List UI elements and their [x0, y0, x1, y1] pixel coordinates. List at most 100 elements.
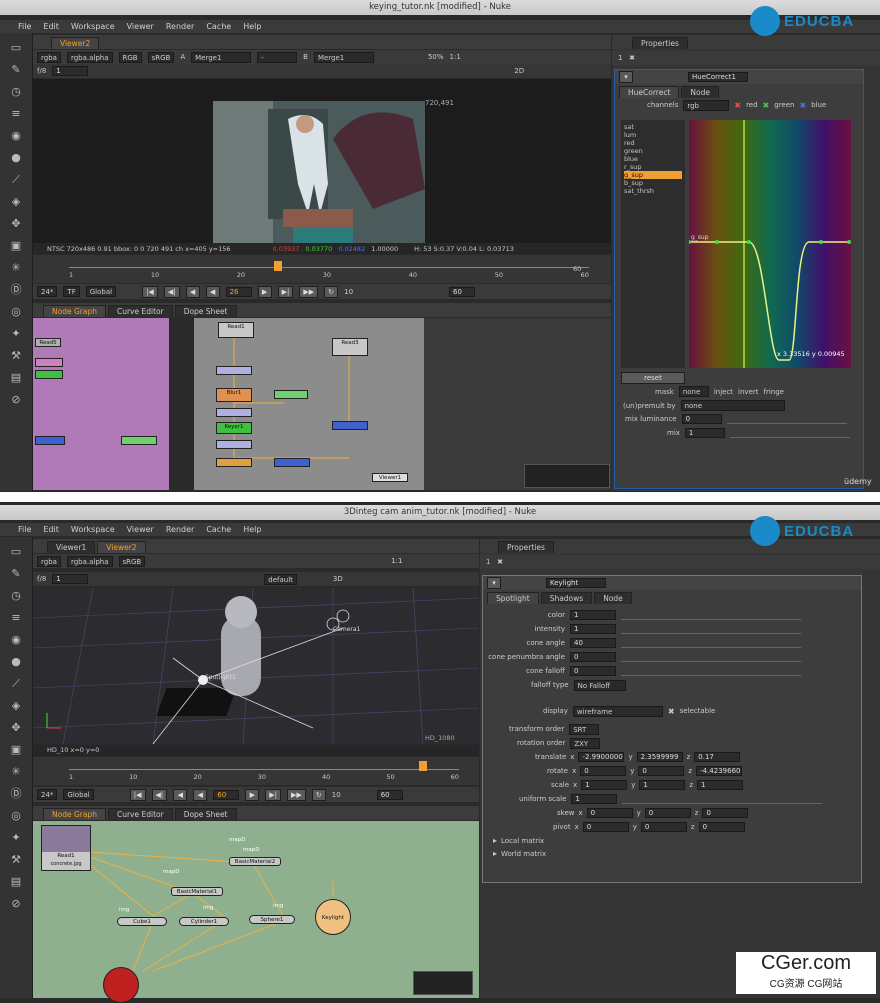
furnace-icon[interactable]: ⊘ [9, 897, 23, 911]
transform-icon[interactable]: ✥ [9, 217, 23, 231]
menu-help[interactable]: Help [237, 525, 267, 534]
channel-icon[interactable]: ≡ [9, 107, 23, 121]
tab-node-graph[interactable]: Node Graph [43, 808, 106, 820]
curve-item-sat-thrsh[interactable]: sat_thrsh [624, 187, 682, 195]
first-frame-button[interactable]: |◀ [142, 285, 158, 298]
viewer-3d-canvas[interactable]: Camera1 Spotlight1 HD_1080 [32, 587, 480, 745]
play-button[interactable]: ▶ [257, 285, 272, 298]
blue-check-icon[interactable]: ✖ [799, 101, 806, 110]
global-dropdown[interactable]: Global [63, 789, 94, 800]
step-forward-button[interactable]: ▶| [277, 285, 294, 298]
play-back-button[interactable]: ◀ [205, 285, 220, 298]
curve-list[interactable]: sat lum red green blue r_sup g_sup b_sup… [621, 120, 685, 368]
node-graph-canvas-2[interactable]: Read1 concrete.jpg BasicMaterial2 BasicM… [33, 821, 479, 1003]
step-field[interactable]: 10 [344, 288, 353, 296]
channels-dropdown[interactable]: rgba [37, 51, 61, 63]
graph-minimap[interactable] [413, 971, 473, 995]
invert-label[interactable]: invert [738, 388, 758, 396]
tab-dope-sheet[interactable]: Dope Sheet [174, 305, 237, 317]
tab-viewer2[interactable]: Viewer2 [51, 37, 100, 49]
expand-arrow-icon[interactable]: ▸ [493, 836, 497, 845]
param-slider[interactable] [621, 666, 801, 676]
step-back-button[interactable]: ◀ [173, 788, 188, 801]
input-b-dropdown[interactable]: Merge1 [313, 51, 374, 63]
step-forward-button[interactable]: ▶| [265, 788, 282, 801]
node-name-field[interactable]: HueCorrect1 [688, 72, 748, 82]
viewer-icon[interactable]: ▭ [9, 545, 23, 559]
views-icon[interactable]: ◎ [9, 305, 23, 319]
keyer-icon[interactable]: ⟋ [9, 677, 23, 691]
curve-item-g-sup[interactable]: g_sup [624, 171, 682, 179]
menu-cache[interactable]: Cache [200, 525, 237, 534]
fringe-label[interactable]: fringe [764, 388, 784, 396]
tab-curve-editor[interactable]: Curve Editor [107, 305, 173, 317]
particles-icon[interactable]: ✳ [9, 261, 23, 275]
node-cube1[interactable]: Cube1 [117, 917, 167, 926]
tf-dropdown[interactable]: TF [63, 286, 80, 297]
merge-icon[interactable]: ◈ [9, 699, 23, 713]
menu-cache[interactable]: Cache [200, 22, 237, 31]
views-icon[interactable]: ◎ [9, 809, 23, 823]
next-key-button[interactable]: ▶▶ [299, 285, 319, 298]
fps-dropdown[interactable]: 24* [37, 286, 58, 297]
play-button[interactable]: ▶ [245, 788, 260, 801]
playhead-marker[interactable] [419, 761, 427, 771]
expand-arrow-icon[interactable]: ▸ [493, 849, 497, 858]
param-slider[interactable] [621, 624, 801, 634]
translate-z[interactable]: 0.17 [694, 752, 741, 762]
mix-luminance-slider[interactable] [726, 414, 847, 424]
transform-icon[interactable]: ✥ [9, 721, 23, 735]
graph-empty-area[interactable] [424, 318, 611, 490]
rotate-z[interactable]: -4.4239660 [696, 766, 743, 776]
node-basic-material-2[interactable]: BasicMaterial2 [229, 857, 281, 866]
transform-order-dropdown[interactable]: SRT [569, 723, 600, 735]
other-icon[interactable]: ▤ [9, 875, 23, 889]
menu-help[interactable]: Help [237, 22, 267, 31]
uniform-scale-field[interactable]: 1 [571, 794, 618, 804]
node-keylight[interactable]: Keylight [315, 899, 351, 935]
node-read5[interactable]: Read5 [35, 338, 61, 347]
node-name-field[interactable]: Keylight [546, 578, 606, 588]
node-copy[interactable] [216, 458, 252, 467]
param-slider[interactable] [621, 638, 801, 648]
tab-node[interactable]: Node [594, 592, 632, 604]
tab-curve-editor[interactable]: Curve Editor [107, 808, 173, 820]
3d-icon[interactable]: ▣ [9, 239, 23, 253]
merge-icon[interactable]: ◈ [9, 195, 23, 209]
time-icon[interactable]: ◷ [9, 85, 23, 99]
step-field[interactable]: 10 [332, 791, 341, 799]
particles-icon[interactable]: ✳ [9, 765, 23, 779]
translate-y[interactable]: 2.3599999 [636, 752, 683, 762]
param-field[interactable]: 0 [570, 666, 616, 676]
param-field[interactable]: 0 [570, 652, 616, 662]
other-icon[interactable]: ▤ [9, 371, 23, 385]
color-icon[interactable]: ◉ [9, 129, 23, 143]
pivot-z[interactable]: 0 [698, 822, 745, 832]
filter-icon[interactable]: ● [9, 151, 23, 165]
scale-x[interactable]: 1 [581, 780, 628, 790]
display-dropdown[interactable]: wireframe [572, 705, 663, 717]
pivot-y[interactable]: 0 [640, 822, 687, 832]
inject-label[interactable]: inject [714, 388, 733, 396]
curve-item-green[interactable]: green [624, 147, 682, 155]
end-frame-field[interactable]: 60 [376, 789, 403, 800]
alpha-dropdown[interactable]: rgba.alpha [66, 555, 113, 567]
viewer-icon[interactable]: ▭ [9, 41, 23, 55]
tab-properties[interactable]: Properties [498, 541, 554, 553]
frame-field[interactable]: 1 [52, 66, 89, 76]
metadata-icon[interactable]: ✦ [9, 327, 23, 341]
node-merge[interactable] [332, 421, 368, 430]
menu-workspace[interactable]: Workspace [65, 22, 121, 31]
menu-edit[interactable]: Edit [37, 22, 65, 31]
node-sphere1[interactable]: Sphere1 [249, 915, 295, 924]
node-green[interactable] [35, 370, 63, 379]
global-dropdown[interactable]: Global [85, 286, 117, 297]
tab-spotlight[interactable]: Spotlight [487, 592, 539, 604]
local-matrix-label[interactable]: Local matrix [501, 837, 544, 845]
node-merge2[interactable] [274, 458, 310, 467]
mask-dropdown[interactable]: none [678, 386, 709, 397]
unpremult-dropdown[interactable]: none [680, 400, 785, 411]
pivot-x[interactable]: 0 [582, 822, 629, 832]
tab-node-graph[interactable]: Node Graph [43, 305, 106, 317]
paint-icon[interactable]: ✎ [9, 63, 23, 77]
